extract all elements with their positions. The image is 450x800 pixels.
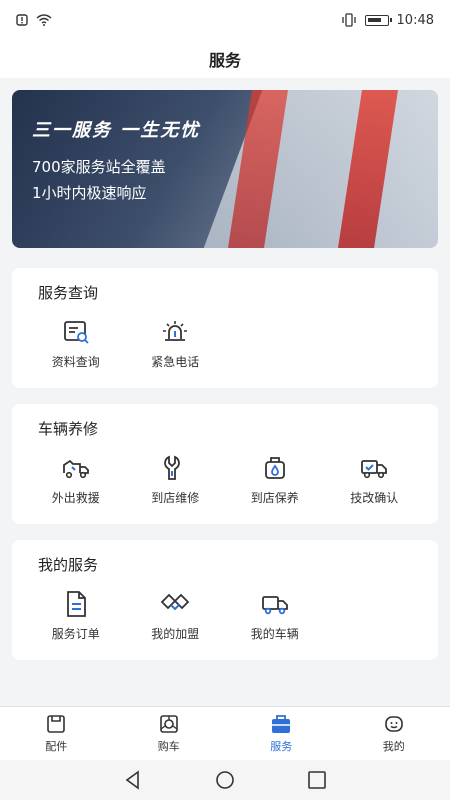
tile-label: 服务订单 [51, 627, 100, 641]
truck-icon [261, 596, 288, 615]
tab-profile[interactable]: 我的 [338, 707, 450, 760]
service-query-card: 服务查询 资料查询 紧急电话 [12, 268, 438, 388]
tile-label: 到店维修 [151, 491, 200, 505]
page-header: 服务 [0, 40, 450, 78]
truck-check-icon [361, 460, 388, 479]
tile-service-orders[interactable]: 服务订单 [26, 589, 126, 642]
oil-drop-icon [264, 457, 285, 479]
recents-icon[interactable] [306, 769, 328, 791]
tile-label: 我的加盟 [151, 627, 200, 641]
document-search-icon [63, 321, 89, 344]
section-title: 我的服务 [38, 556, 99, 574]
handshake-icon [160, 593, 190, 611]
status-time: 10:48 [396, 12, 434, 28]
my-services-card: 我的服务 服务订单 我的加盟 我的车辆 [12, 540, 438, 660]
order-document-icon [66, 591, 86, 617]
tile-emergency-phone[interactable]: 紧急电话 [126, 317, 226, 370]
tile-roadside-rescue[interactable]: 外出救援 [26, 453, 126, 506]
page-title: 服务 [208, 51, 241, 70]
home-icon[interactable] [214, 769, 236, 791]
tile-document-query[interactable]: 资料查询 [26, 317, 126, 370]
banner-line: 1小时内极速响应 [32, 184, 147, 202]
tab-service[interactable]: 服务 [225, 707, 338, 760]
alarm-light-icon [163, 321, 188, 341]
promo-banner[interactable]: 三一服务 一生无忧 700家服务站全覆盖 1小时内极速响应 [12, 90, 438, 248]
tile-shop-maintenance[interactable]: 到店保养 [225, 453, 325, 506]
tab-label: 我的 [382, 740, 405, 753]
tab-label: 配件 [45, 740, 68, 753]
status-bar: 10:48 [0, 0, 450, 40]
back-icon[interactable] [122, 769, 144, 791]
section-title: 服务查询 [38, 284, 99, 302]
tile-label: 技改确认 [350, 491, 399, 505]
section-title: 车辆养修 [38, 420, 99, 438]
tab-label: 服务 [270, 740, 293, 753]
tile-tech-modification[interactable]: 技改确认 [325, 453, 425, 506]
tile-my-franchise[interactable]: 我的加盟 [126, 589, 226, 642]
wrench-icon [164, 455, 181, 480]
tile-label: 到店保养 [250, 491, 299, 505]
tile-my-vehicles[interactable]: 我的车辆 [225, 589, 325, 642]
tile-shop-repair[interactable]: 到店维修 [126, 453, 226, 506]
buy-car-icon [159, 715, 178, 733]
system-nav-bar [0, 760, 450, 800]
banner-slogan: 三一服务 一生无忧 [32, 120, 201, 141]
service-bag-icon [272, 715, 291, 733]
rescue-truck-icon [62, 459, 89, 479]
parts-icon [47, 715, 66, 733]
alert-icon [16, 14, 28, 26]
tab-buy-car[interactable]: 购车 [113, 707, 226, 760]
wifi-icon [36, 14, 52, 26]
tile-label: 资料查询 [51, 355, 100, 369]
tile-label: 我的车辆 [250, 627, 299, 641]
vehicle-maintenance-card: 车辆养修 外出救援 到店维修 到店保养 技改确认 [12, 404, 438, 524]
battery-icon [364, 14, 392, 26]
tab-parts[interactable]: 配件 [0, 707, 113, 760]
banner-line: 700家服务站全覆盖 [32, 158, 166, 176]
status-left [16, 14, 52, 26]
vibrate-icon [341, 13, 356, 27]
tile-label: 紧急电话 [151, 355, 200, 369]
tab-label: 购车 [157, 740, 180, 753]
tile-label: 外出救援 [51, 491, 100, 505]
status-right: 10:48 [341, 13, 434, 28]
profile-face-icon [384, 716, 403, 732]
bottom-tab-bar: 配件 购车 服务 我的 [0, 706, 450, 760]
